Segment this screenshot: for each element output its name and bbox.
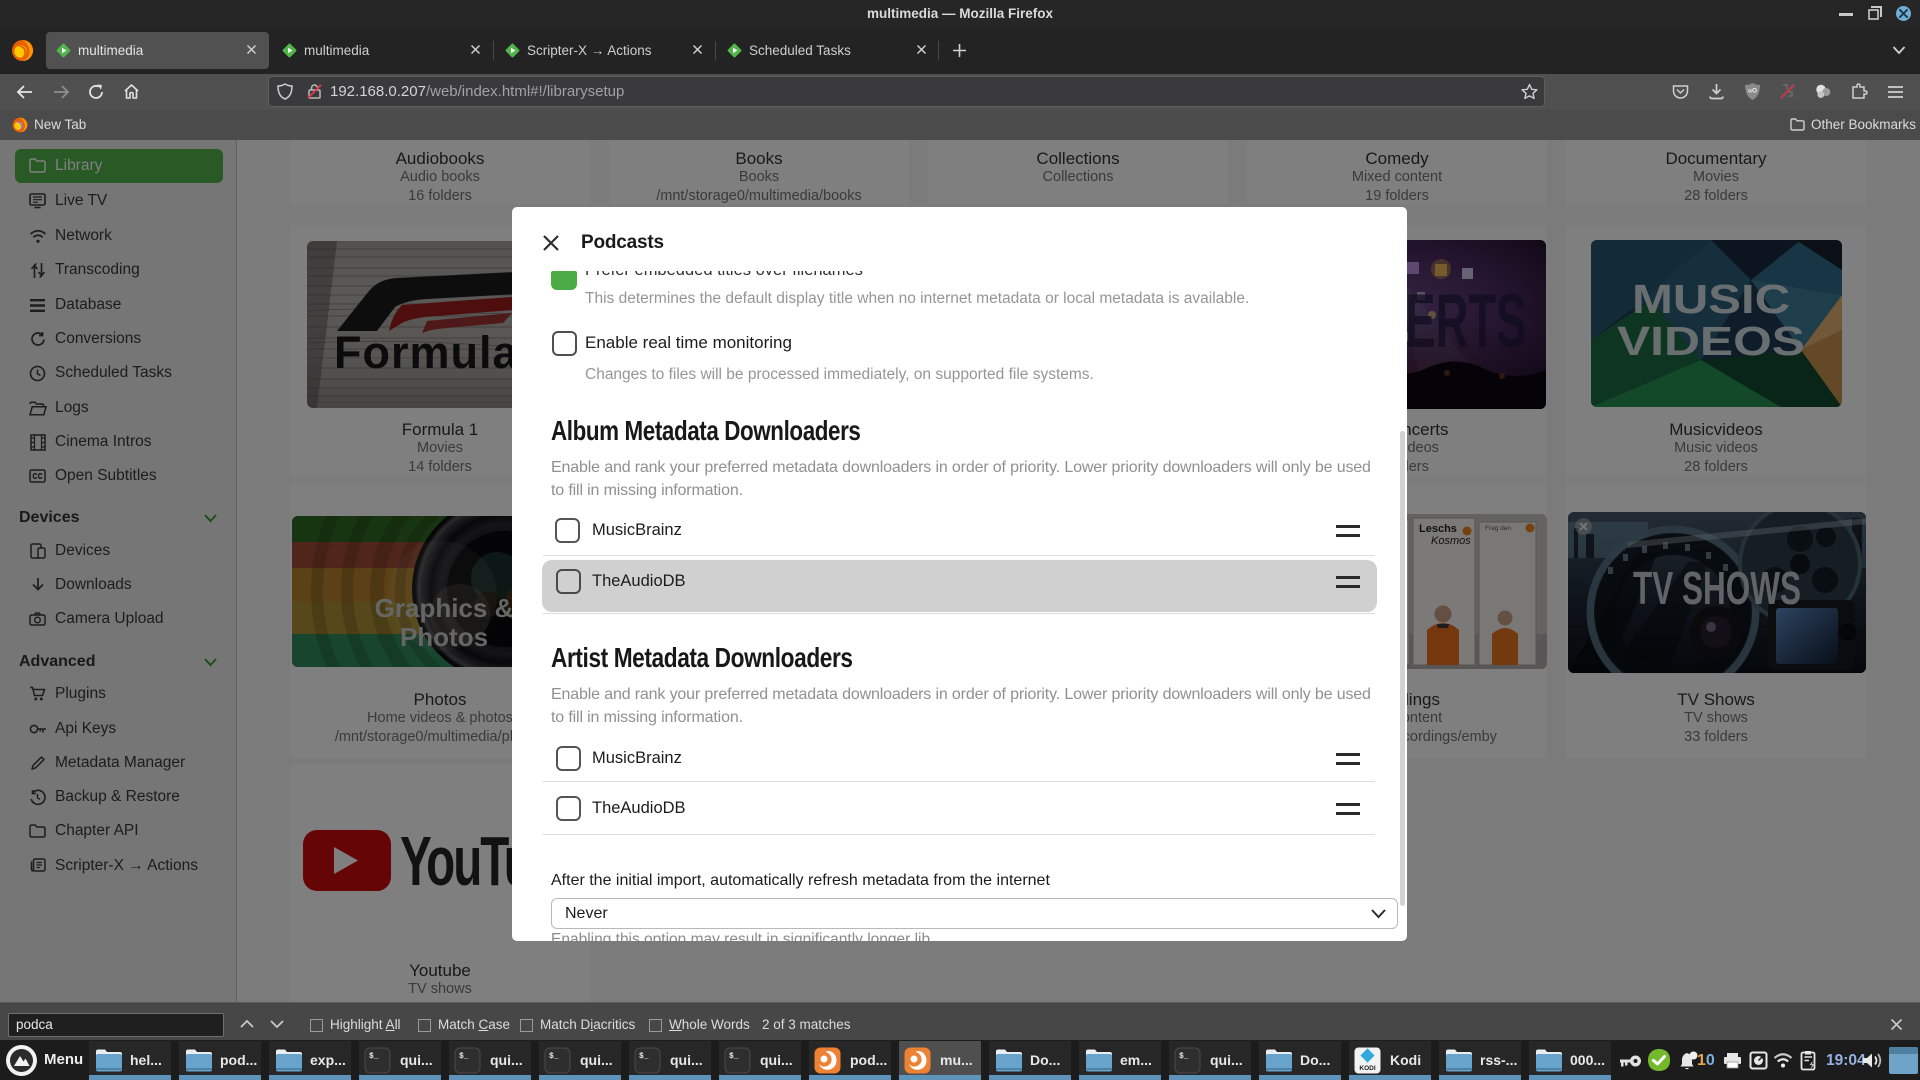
svg-text:uO: uO — [1748, 88, 1757, 95]
svg-text:$_: $_ — [369, 1052, 379, 1061]
svg-text:$_: $_ — [639, 1052, 649, 1061]
svg-text:$_: $_ — [549, 1052, 559, 1061]
svg-text:$_: $_ — [1179, 1052, 1189, 1061]
svg-text:KODI: KODI — [1359, 1065, 1375, 1072]
svg-text:$_: $_ — [459, 1052, 469, 1061]
svg-text:$_: $_ — [729, 1052, 739, 1061]
